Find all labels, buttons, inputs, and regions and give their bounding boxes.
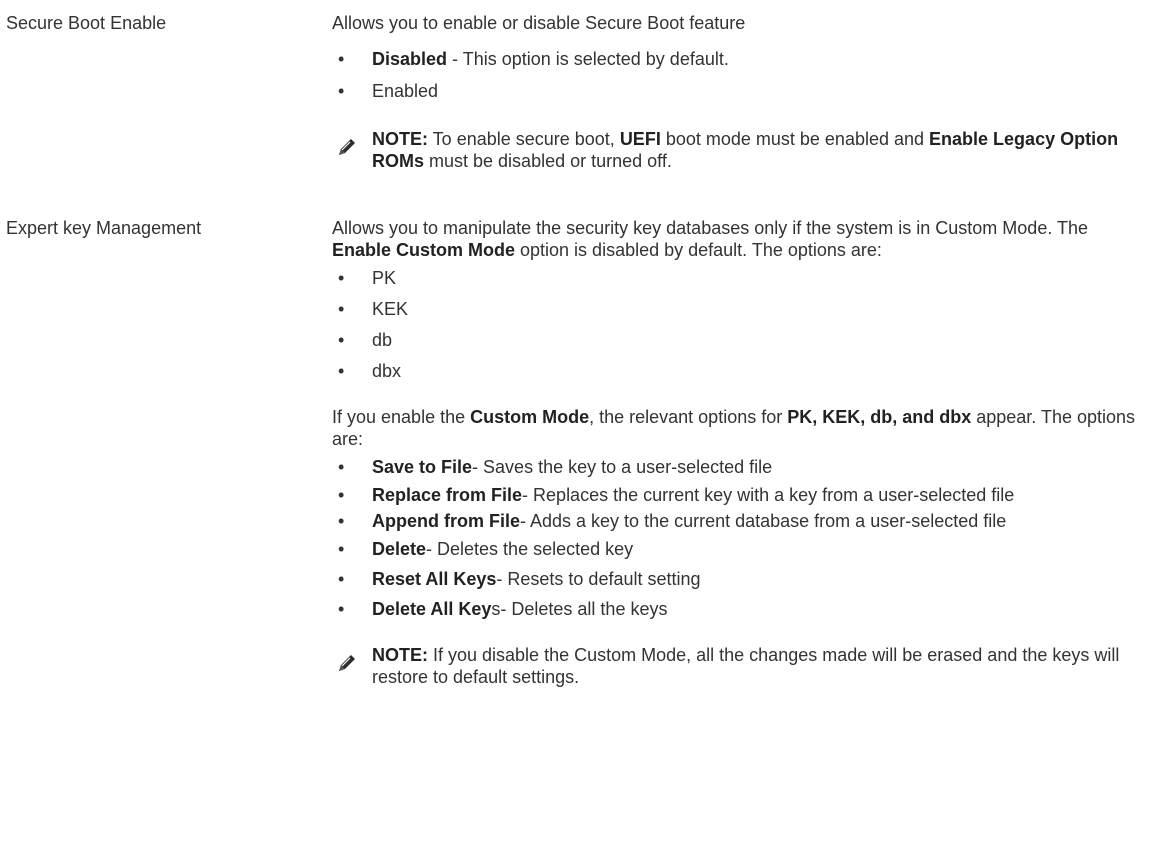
list-item: dbx (332, 360, 1150, 382)
list-item: Delete All Keys- Deletes all the keys (332, 598, 1150, 620)
option-list: Disabled - This option is selected by de… (332, 48, 1150, 102)
note-label: NOTE: (372, 645, 428, 665)
custom-option-list: Save to File- Saves the key to a user-se… (332, 456, 1150, 620)
list-item: Disabled - This option is selected by de… (332, 48, 1150, 70)
list-item: Append from File- Adds a key to the curr… (332, 512, 1150, 530)
setting-description: Allows you to enable or disable Secure B… (332, 12, 1150, 172)
list-item: Enabled (332, 80, 1150, 102)
setting-label: Expert key Management (6, 218, 202, 238)
key-option-list: PK KEK db dbx (332, 267, 1150, 382)
list-item: KEK (332, 298, 1150, 320)
note-block: NOTE: To enable secure boot, UEFI boot m… (332, 128, 1150, 172)
pencil-icon (336, 136, 358, 158)
custom-mode-text: If you enable the Custom Mode, the relev… (332, 407, 1136, 449)
list-item: Save to File- Saves the key to a user-se… (332, 456, 1150, 478)
setting-label: Secure Boot Enable (6, 13, 167, 33)
list-item: Delete- Deletes the selected key (332, 538, 1150, 560)
pencil-icon (336, 652, 358, 674)
list-item: db (332, 329, 1150, 351)
list-item: Replace from File- Replaces the current … (332, 486, 1150, 504)
setting-description: Allows you to manipulate the security ke… (332, 217, 1150, 688)
description-text: Allows you to enable or disable Secure B… (332, 13, 746, 33)
description-text: Allows you to manipulate the security ke… (332, 218, 1089, 260)
document-page: Secure Boot Enable Allows you to enable … (0, 0, 1158, 851)
note-label: NOTE: (372, 129, 428, 149)
note-block: NOTE: If you disable the Custom Mode, al… (332, 644, 1150, 688)
list-item: Reset All Keys- Resets to default settin… (332, 568, 1150, 590)
list-item: PK (332, 267, 1150, 289)
